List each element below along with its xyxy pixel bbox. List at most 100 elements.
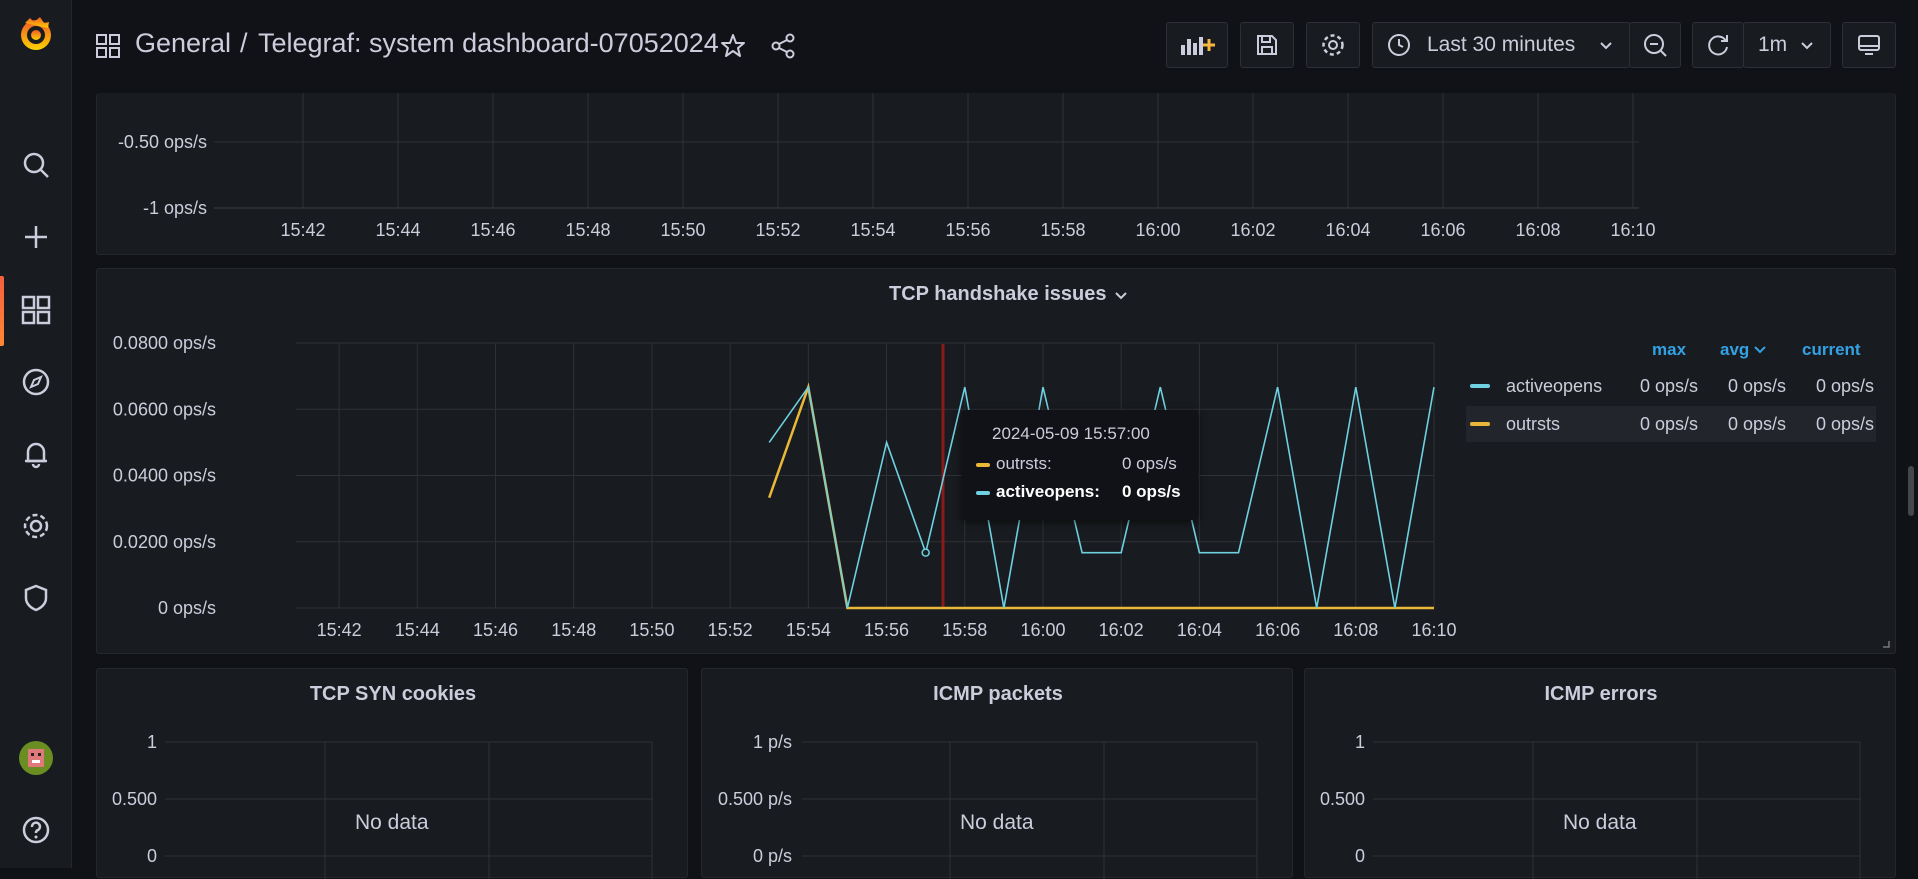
x-tick-label: 15:56 [945,220,990,240]
refresh-interval-picker[interactable]: 1m [1743,22,1831,68]
grafana-logo-icon[interactable] [16,14,56,54]
dashboard-title[interactable]: Telegraf: system dashboard-07052024 [258,28,719,59]
legend-max: 0 ops/s [1639,376,1698,396]
help-icon[interactable] [18,812,54,848]
y-tick-label: 0.500 [1320,789,1365,809]
add-panel-button[interactable] [1166,22,1228,68]
chart-tooltip: 2024-05-09 15:57:00 outrsts: 0 ops/s act… [962,410,1198,520]
avatar[interactable] [18,740,54,776]
save-icon [1257,35,1277,55]
legend-row-outrsts[interactable]: outrsts 0 ops/s 0 ops/s 0 ops/s [1466,406,1876,442]
zoom-out-icon [1644,34,1667,57]
y-tick-label: 1 [1355,732,1365,752]
legend-max: 0 ops/s [1639,414,1698,434]
y-tick-label: -1 ops/s [143,198,207,218]
breadcrumb-folder[interactable]: General [135,28,231,59]
legend-swatch[interactable] [1470,422,1490,426]
legend-row-activeopens[interactable]: activeopens 0 ops/s 0 ops/s 0 ops/s [1466,368,1876,404]
x-tick-label: 15:54 [850,220,895,240]
x-tick-label: 15:50 [660,220,705,240]
x-tick-label: 15:58 [1040,220,1085,240]
x-tick-label: 16:02 [1230,220,1275,240]
x-tick-label: 15:48 [565,220,610,240]
tooltip-value: 0 ops/s [1122,482,1181,501]
icmp-errors-panel[interactable]: ICMP errors 1 0.500 0 No data [1304,668,1896,879]
side-nav [0,0,72,868]
x-tick-label: 15:46 [470,220,515,240]
tooltip-row-outrsts: outrsts: 0 ops/s [974,454,1184,476]
dashboards-icon[interactable] [18,292,54,328]
y-tick-label: 0 [1355,846,1365,866]
no-data-message: No data [355,811,429,834]
top-bar: General / Telegraf: system dashboard-070… [72,0,1918,93]
legend-series-name[interactable]: activeopens [1506,376,1602,397]
y-tick-label: 0.500 [112,789,157,809]
page-scrollbar[interactable] [1908,466,1914,516]
nav-active-indicator [0,276,4,346]
time-range-picker[interactable]: Last 30 minutes [1372,22,1630,68]
legend-header-avg[interactable]: avg [1720,340,1749,360]
legend-avg: 0 ops/s [1727,414,1786,434]
refresh-icon [1708,35,1728,56]
search-icon[interactable] [18,147,54,183]
empty-chart: 1 0.500 0 [1320,732,1861,879]
gear-icon [1322,34,1344,56]
x-tick-label: 16:06 [1420,220,1465,240]
panel-title[interactable]: TCP handshake issues [889,283,1107,306]
resize-handle-icon[interactable] [1881,639,1891,649]
legend-avg: 0 ops/s [1727,376,1786,396]
dashboard-settings-button[interactable] [1306,22,1360,68]
share-icon[interactable] [770,33,796,64]
refresh-button[interactable] [1692,22,1744,68]
monitor-icon [1858,35,1880,55]
chevron-down-icon[interactable] [1114,291,1128,301]
tooltip-value: 0 ops/s [1122,454,1177,473]
refresh-interval-label: 1m [1758,33,1788,56]
tooltip-swatch [976,491,990,495]
previous-panel: -0.50 ops/s -1 ops/s 15:42 15:44 15:46 15:4… [96,93,1896,255]
legend-series-name[interactable]: outrsts [1506,414,1560,435]
y-tick-label: 0 p/s [753,846,792,866]
no-data-message: No data [960,811,1034,834]
legend-header-current[interactable]: current [1802,340,1861,360]
empty-chart: 1 0.500 0 [112,732,653,879]
legend-swatch[interactable] [1470,384,1490,388]
empty-chart: 1 p/s 0.500 p/s 0 p/s [718,732,1258,879]
x-tick-label: 15:42 [280,220,325,240]
x-tick-label: 16:04 [1325,220,1370,240]
tooltip-row-activeopens: activeopens: 0 ops/s [974,482,1184,504]
bell-icon[interactable] [18,436,54,472]
add-panel-icon [1181,37,1215,55]
y-tick-label: 0 [147,846,157,866]
tooltip-time: 2024-05-09 15:57:00 [992,424,1150,443]
legend-current: 0 ops/s [1815,376,1874,396]
tooltip-swatch [976,463,990,467]
x-tick-label: 15:52 [755,220,800,240]
gear-icon[interactable] [18,508,54,544]
time-range-label: Last 30 minutes [1427,33,1576,56]
breadcrumb-separator: / [240,28,248,58]
tooltip-series-name: outrsts: [996,454,1052,473]
tcp-syn-cookies-panel[interactable]: TCP SYN cookies 1 0.500 0 No data [96,668,688,879]
clock-icon [1388,34,1410,56]
compass-icon[interactable] [18,364,54,400]
chevron-down-icon [1600,42,1612,50]
previous-panel-chart: -0.50 ops/s -1 ops/s 15:42 15:44 15:46 15:4… [118,93,1656,240]
tooltip-series-name: activeopens: [996,482,1100,501]
zoom-out-button[interactable] [1629,22,1681,68]
x-tick-label: 16:10 [1610,220,1655,240]
shield-icon[interactable] [18,580,54,616]
y-tick-label: 0.500 p/s [718,789,792,809]
legend-header-max[interactable]: max [1652,340,1686,360]
dashboard-grid-icon [96,34,120,63]
tv-mode-button[interactable] [1842,22,1896,68]
no-data-message: No data [1563,811,1637,834]
legend-current: 0 ops/s [1815,414,1874,434]
plus-icon[interactable] [18,219,54,255]
sort-chevron-down-icon[interactable] [1754,346,1766,354]
save-dashboard-button[interactable] [1240,22,1294,68]
star-icon[interactable] [720,33,746,64]
x-tick-label: 16:08 [1515,220,1560,240]
y-tick-label: -0.50 ops/s [118,132,207,152]
icmp-packets-panel[interactable]: ICMP packets 1 p/s 0.500 p/s 0 p/s No da… [701,668,1293,879]
